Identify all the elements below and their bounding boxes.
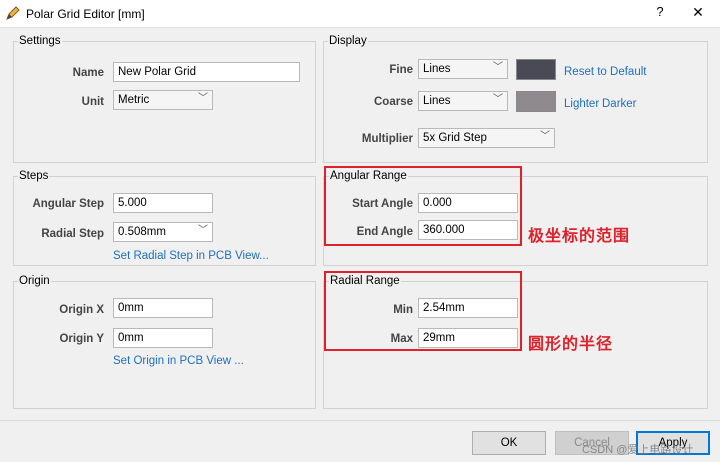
name-input[interactable]: New Polar Grid [113,62,300,82]
angular-step-input[interactable]: 5.000 [113,193,213,213]
coarse-select[interactable]: Lines ﹀ [418,91,508,111]
fine-color-swatch[interactable] [516,59,556,80]
title-bar: Polar Grid Editor [mm] ? ✕ [0,0,720,28]
origin-x-input[interactable]: 0mm [113,298,213,318]
angular-step-label: Angular Step [32,198,104,210]
window-title: Polar Grid Editor [mm] [26,7,145,21]
steps-title: Steps [18,170,50,182]
radial-range-annotation: 圆形的半径 [528,334,614,353]
close-button[interactable]: ✕ [688,4,708,21]
pencil-grid-icon [6,6,20,20]
radial-range-highlight [324,271,522,351]
origin-y-input[interactable]: 0mm [113,328,213,348]
reset-to-default-link[interactable]: Reset to Default [564,66,646,78]
chevron-down-icon: ﹀ [198,93,208,104]
multiplier-value: 5x Grid Step [423,132,487,144]
chevron-down-icon: ﹀ [493,62,503,73]
chevron-down-icon: ﹀ [198,225,208,236]
origin-x-label: Origin X [59,304,104,316]
radial-step-value: 0.508mm [118,226,166,238]
origin-y-label: Origin Y [59,333,104,345]
darker-link[interactable]: Darker [602,98,637,110]
watermark: CSDN @爱上电路设计 [582,444,694,456]
radial-step-label: Radial Step [41,228,104,240]
fine-select[interactable]: Lines ﹀ [418,59,508,79]
coarse-label: Coarse [374,96,413,108]
origin-title: Origin [18,275,51,287]
chevron-down-icon: ﹀ [540,131,550,142]
set-origin-link[interactable]: Set Origin in PCB View ... [113,355,244,367]
chevron-down-icon: ﹀ [493,94,503,105]
lighter-link[interactable]: Lighter [564,98,599,110]
coarse-value: Lines [423,95,451,107]
unit-value: Metric [118,94,150,106]
help-button[interactable]: ? [650,4,670,19]
display-title: Display [328,35,368,47]
angular-range-annotation: 极坐标的范围 [528,226,631,245]
settings-title: Settings [18,35,62,47]
fine-label: Fine [389,64,413,76]
coarse-color-swatch[interactable] [516,91,556,112]
set-radial-step-link[interactable]: Set Radial Step in PCB View... [113,250,269,262]
name-label: Name [72,67,104,79]
radial-step-select[interactable]: 0.508mm ﹀ [113,222,213,242]
multiplier-label: Multiplier [361,133,413,145]
multiplier-select[interactable]: 5x Grid Step ﹀ [418,128,555,148]
unit-select[interactable]: Metric ﹀ [113,90,213,110]
angular-range-highlight [324,166,522,246]
ok-button[interactable]: OK [472,431,546,455]
fine-value: Lines [423,63,451,75]
unit-label: Unit [81,96,104,108]
